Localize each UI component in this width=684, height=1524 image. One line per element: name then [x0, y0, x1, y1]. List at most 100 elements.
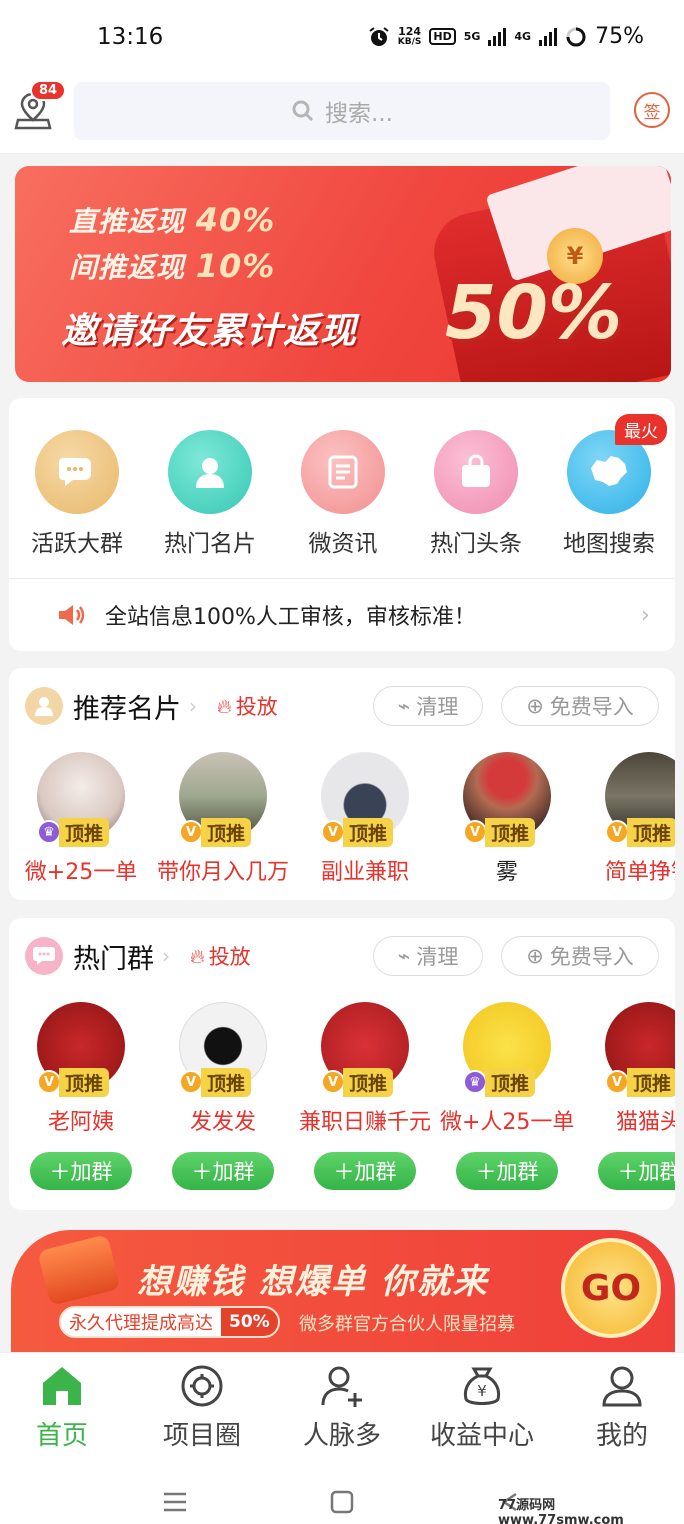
join-group-button[interactable]: ＋加群	[598, 1152, 675, 1190]
top-tag: V 顶推	[321, 817, 409, 847]
app-header: 84 搜索... 签	[0, 76, 684, 154]
search-input[interactable]: 搜索...	[74, 82, 610, 140]
status-icons: 124 KB/S HD 5G 4G 75%	[368, 24, 644, 49]
clean-button[interactable]: ⌁ 清理	[373, 686, 483, 726]
card-item[interactable]: V 顶推 带你月入几万	[157, 752, 289, 886]
group-item[interactable]: V 顶推 猫猫头 ＋加群	[585, 1002, 675, 1190]
status-bar: 13:16 124 KB/S HD 5G 4G 75%	[0, 0, 684, 76]
battery-ring-icon	[566, 27, 586, 46]
banner-line-1: 直推返现 40%	[69, 201, 276, 239]
tab-label: 我的	[595, 1421, 648, 1451]
top-tag: V 顶推	[37, 1067, 125, 1097]
top-tag: ♛ 顶推	[37, 817, 125, 847]
system-nav-bar: 77源码网 www.77smw.com	[0, 1466, 684, 1524]
sign-in-button[interactable]: 签	[634, 92, 670, 128]
message-count-badge: 84	[30, 80, 67, 101]
tab-contacts[interactable]: 人脉多	[274, 1363, 410, 1452]
group-item[interactable]: ♛ 顶推 微+人25一单 ＋加群	[440, 1002, 574, 1190]
join-group-button[interactable]: ＋加群	[314, 1152, 416, 1190]
group-item[interactable]: V 顶推 发发发 ＋加群	[159, 1002, 287, 1190]
top-tag: V 顶推	[179, 817, 267, 847]
group-item[interactable]: V 顶推 兼职日赚千元 ＋加群	[299, 1002, 431, 1190]
status-time: 13:16	[97, 24, 164, 50]
partner-banner[interactable]: 想赚钱 想爆单 你就来 永久代理提成高达 50% 微多群官方合伙人限量招募 GO	[11, 1230, 675, 1352]
section-title[interactable]: 推荐名片	[73, 687, 181, 726]
section-title[interactable]: 热门群	[73, 937, 154, 976]
banner-subtitle: 微多群官方合伙人限量招募	[299, 1314, 515, 1335]
put-link[interactable]: 投放	[236, 691, 278, 721]
recommend-header: 推荐名片 › 🔥︎ 投放	[25, 686, 278, 726]
signal-icon	[488, 27, 507, 46]
broom-icon: ⌁	[397, 694, 411, 718]
person-icon	[168, 430, 252, 514]
free-import-button[interactable]: ⊕ 免费导入	[501, 686, 659, 726]
go-button[interactable]: GO	[561, 1238, 661, 1338]
category-label: 地图搜索	[563, 531, 655, 557]
join-group-button[interactable]: ＋加群	[30, 1152, 132, 1190]
join-group-button[interactable]: ＋加群	[456, 1152, 558, 1190]
card-item[interactable]: V 顶推 雾	[443, 752, 571, 886]
tab-earnings[interactable]: ¥ 收益中心	[414, 1363, 550, 1452]
card-item[interactable]: ♛ 顶推 微+25一单	[17, 752, 145, 886]
money-bag-icon: ¥	[463, 1367, 501, 1405]
avatar: V 顶推	[179, 1002, 267, 1097]
top-tag: ♛ 顶推	[463, 1067, 551, 1097]
hd-icon: HD	[429, 28, 456, 45]
broom-icon: ⌁	[397, 944, 411, 968]
groups-header: 热门群 › 🔥︎ 投放	[25, 936, 251, 976]
v-badge-icon: V	[605, 1070, 629, 1094]
chevron-right-icon: ›	[189, 694, 197, 718]
menu-icon[interactable]	[162, 1490, 188, 1514]
sig2-label: 4G	[514, 30, 532, 43]
download-circle-icon: ⊕	[526, 694, 544, 718]
v-badge-icon: V	[179, 1070, 203, 1094]
banner-big-percent: 50%	[445, 270, 623, 356]
tab-me[interactable]: 我的	[554, 1363, 684, 1452]
category-active-groups[interactable]: 活跃大群	[17, 430, 137, 558]
put-link[interactable]: 投放	[209, 941, 251, 971]
v-badge-icon: V	[179, 820, 203, 844]
card-name: 微+25一单	[24, 860, 138, 885]
person-icon	[25, 687, 63, 725]
tab-home[interactable]: 首页	[0, 1363, 130, 1452]
hot-badge: 最火	[615, 414, 667, 445]
avatar: V 顶推	[463, 752, 551, 847]
avatar: V 顶推	[321, 752, 409, 847]
home-square-icon[interactable]	[330, 1490, 354, 1514]
top-tag: V 顶推	[179, 1067, 267, 1097]
clean-button[interactable]: ⌁ 清理	[373, 936, 483, 976]
card-item[interactable]: V顶推 简单挣钱	[585, 752, 675, 886]
tab-projects[interactable]: 项目圈	[134, 1363, 270, 1452]
news-icon	[301, 430, 385, 514]
commission-pill: 永久代理提成高达 50%	[59, 1306, 280, 1338]
fire-icon: 🔥︎	[190, 944, 205, 968]
chevron-right-icon: ›	[162, 944, 170, 968]
category-hot-headlines[interactable]: 热门头条	[416, 430, 536, 558]
avatar: V 顶推	[605, 752, 675, 847]
net-speed: 124 KB/S	[397, 24, 422, 47]
notice-bar[interactable]: 全站信息100%人工审核，审核标准！ ›	[9, 579, 675, 651]
category-label: 热门名片	[164, 531, 256, 557]
category-hot-cards[interactable]: 热门名片	[150, 430, 270, 558]
top-tag: V 顶推	[463, 817, 551, 847]
chat-bubble-icon	[25, 937, 63, 975]
group-item[interactable]: V 顶推 老阿姨 ＋加群	[17, 1002, 145, 1190]
gift-box-graphic	[37, 1234, 121, 1306]
fire-icon: 🔥︎	[217, 694, 232, 718]
avatar: V 顶推	[179, 752, 267, 847]
group-name: 微+人25一单	[440, 1110, 574, 1135]
free-import-button[interactable]: ⊕ 免费导入	[501, 936, 659, 976]
top-tag: V 顶推	[321, 1067, 409, 1097]
promo-banner[interactable]: ¥ 直推返现 40% 间推返现 10% 邀请好友累计返现 50%	[15, 166, 671, 382]
notice-text: 全站信息100%人工审核，审核标准！	[105, 605, 476, 630]
category-map-search[interactable]: 地图搜索	[549, 430, 669, 558]
category-micro-news[interactable]: 微资讯	[283, 430, 403, 558]
avatar: V 顶推	[321, 1002, 409, 1097]
card-name: 副业兼职	[320, 860, 409, 885]
category-label: 活跃大群	[31, 531, 123, 557]
card-item[interactable]: V 顶推 副业兼职	[301, 752, 429, 886]
svg-text:¥: ¥	[477, 1382, 487, 1400]
join-group-button[interactable]: ＋加群	[172, 1152, 274, 1190]
avatar: ♛ 顶推	[37, 752, 125, 847]
v-badge-icon: V	[321, 820, 345, 844]
